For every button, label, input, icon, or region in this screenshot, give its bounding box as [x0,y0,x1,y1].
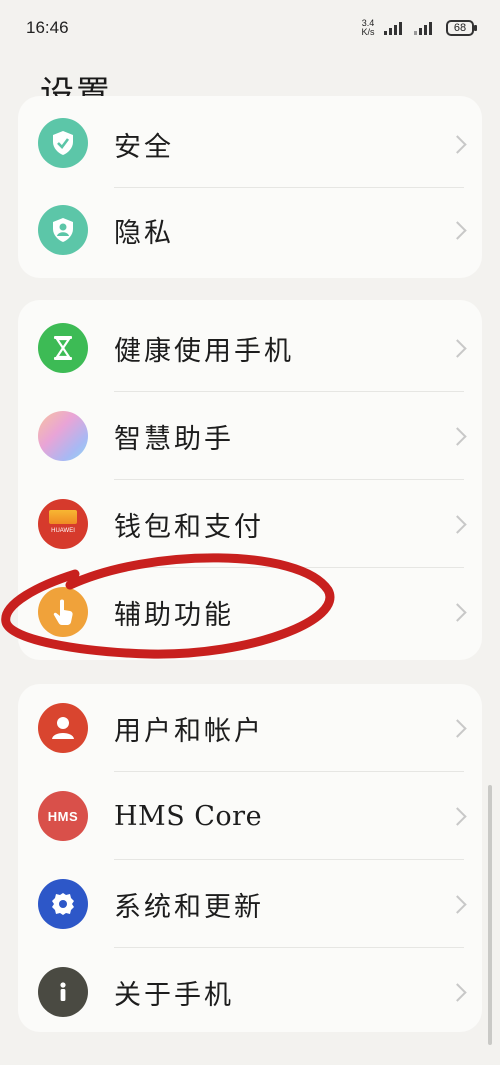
chevron-right-icon [448,718,467,738]
settings-item-label: 隐私 [114,217,174,249]
status-bar: 16:46 3.4 K/s 68 [0,0,500,56]
chevron-right-icon [448,220,467,240]
chevron-right-icon [448,806,467,826]
settings-item-hms-core[interactable]: HMS HMS Core [18,772,482,860]
settings-item-wallet[interactable]: HUAWEI 钱包和支付 [18,480,482,568]
network-speed-unit: K/s [361,27,375,37]
signal-strength-icon [384,21,402,35]
settings-item-label: 健康使用手机 [114,335,294,367]
hms-icon: HMS [38,791,88,841]
settings-item-security[interactable]: 安全 [18,100,482,188]
status-time: 16:46 [26,18,69,37]
battery-level: 68 [453,22,467,34]
wallet-icon-text: HUAWEI [51,528,75,534]
network-speed: 3.4 K/s [358,19,378,37]
settings-item-label: 智慧助手 [114,423,234,455]
shield-check-icon [38,118,88,168]
chevron-right-icon [448,338,467,358]
hand-tap-icon [38,587,88,637]
settings-item-smart-assistant[interactable]: 智慧助手 [18,392,482,480]
chevron-right-icon [448,514,467,534]
settings-item-label: 用户和帐户 [114,715,264,747]
chevron-right-icon [448,134,467,154]
settings-item-label: 钱包和支付 [114,511,264,543]
settings-item-privacy[interactable]: 隐私 [18,186,482,274]
info-icon [38,967,88,1017]
settings-item-users[interactable]: 用户和帐户 [18,684,482,772]
settings-item-label: 系统和更新 [114,891,264,923]
chevron-right-icon [448,982,467,1002]
chevron-right-icon [448,426,467,446]
settings-group-security: 安全 隐私 [18,96,482,278]
settings-item-label: 关于手机 [114,979,234,1011]
settings-item-system-update[interactable]: 系统和更新 [18,860,482,948]
smart-assistant-icon [38,411,88,461]
settings-group-features: 健康使用手机 智慧助手 HUAWEI 钱包和支付 辅助功能 [18,300,482,660]
privacy-shield-icon [38,205,88,255]
settings-item-label: HMS Core [114,800,263,832]
signal-strength-2-icon [414,21,432,35]
settings-group-system: 用户和帐户 HMS HMS Core 系统和更新 关于手机 [18,684,482,1032]
hms-icon-text: HMS [47,808,79,824]
battery-icon: 68 [446,20,477,36]
user-icon [38,703,88,753]
chevron-right-icon [448,894,467,914]
gear-icon [38,879,88,929]
settings-item-label: 辅助功能 [114,599,234,631]
hourglass-icon [38,323,88,373]
settings-item-accessibility[interactable]: 辅助功能 [18,568,482,656]
huawei-wallet-icon: HUAWEI [38,499,88,549]
status-indicators: 3.4 K/s 68 [358,19,477,37]
settings-item-digital-balance[interactable]: 健康使用手机 [18,304,482,392]
chevron-right-icon [448,602,467,622]
settings-item-about-phone[interactable]: 关于手机 [18,948,482,1032]
settings-item-label: 安全 [114,131,174,163]
scrollbar[interactable] [488,785,492,1045]
